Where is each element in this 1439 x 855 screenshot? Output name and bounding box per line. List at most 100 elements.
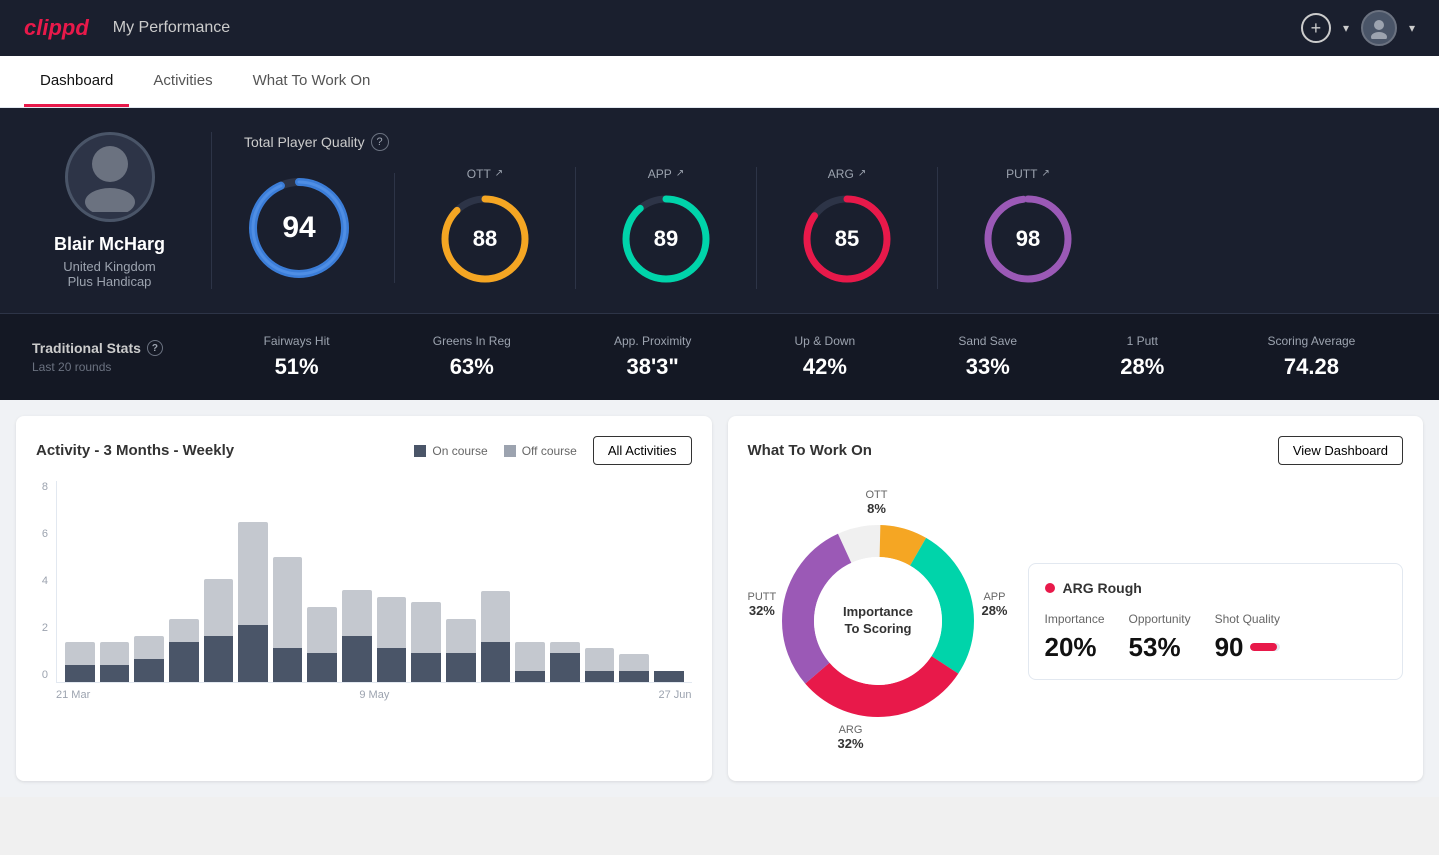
bar-on-course <box>585 671 615 682</box>
ott-segment-label: OTT 8% <box>866 489 888 516</box>
stat-app-proximity-value: 38'3" <box>626 354 678 380</box>
bar-on-course <box>169 642 199 682</box>
stat-fairways-hit-value: 51% <box>275 354 319 380</box>
bar-group <box>273 557 303 682</box>
stat-greens-in-reg: Greens In Reg 63% <box>433 334 511 380</box>
shot-quality-metric: Shot Quality 90 <box>1215 612 1280 663</box>
stat-sand-save: Sand Save 33% <box>958 334 1017 380</box>
hero-section: Blair McHarg United Kingdom Plus Handica… <box>0 108 1439 313</box>
activity-title: Activity - 3 Months - Weekly <box>36 442 234 459</box>
bar-off-course <box>238 522 268 625</box>
stats-help-icon[interactable]: ? <box>147 340 163 356</box>
off-course-dot <box>504 445 516 457</box>
avatar-dropdown-arrow[interactable]: ▾ <box>1409 21 1415 35</box>
bar-on-course <box>65 665 95 682</box>
bar-off-course <box>134 636 164 659</box>
player-country: United Kingdom <box>63 259 156 274</box>
arg-arrow-icon: ↗ <box>858 168 866 179</box>
chart-area: 8 6 4 2 0 21 Mar 9 May 27 Jun <box>36 481 692 701</box>
stat-app-proximity-label: App. Proximity <box>614 334 691 348</box>
header-title: My Performance <box>113 19 230 37</box>
x-label-3: 27 Jun <box>658 689 691 701</box>
header-left: clippd My Performance <box>24 15 230 41</box>
on-course-dot <box>414 445 426 457</box>
bar-on-course <box>238 625 268 682</box>
opportunity-metric: Opportunity 53% <box>1129 612 1191 663</box>
legend-on-course: On course <box>414 444 487 458</box>
view-dashboard-button[interactable]: View Dashboard <box>1278 436 1403 465</box>
wtwo-header: What To Work On View Dashboard <box>748 436 1404 465</box>
stats-label-section: Traditional Stats ? Last 20 rounds <box>32 340 212 374</box>
quality-section: Total Player Quality ? 94 OTT <box>212 133 1407 289</box>
arg-donut: 85 <box>797 189 897 289</box>
bar-group <box>411 602 441 682</box>
bar-group <box>100 642 130 682</box>
bar-group <box>65 642 95 682</box>
ott-donut: 88 <box>435 189 535 289</box>
importance-value: 20% <box>1045 632 1105 663</box>
score-ott-label: OTT ↗ <box>467 167 503 181</box>
importance-label: Importance <box>1045 612 1105 626</box>
ott-pct: 8% <box>866 501 888 516</box>
importance-donut-svg: Importance To Scoring <box>768 511 988 731</box>
app-arrow-icon: ↗ <box>676 168 684 179</box>
wtwo-content: Importance To Scoring OTT 8% APP 28% ARG… <box>748 481 1404 761</box>
y-label-0: 0 <box>42 669 48 681</box>
activity-header: Activity - 3 Months - Weekly On course O… <box>36 436 692 465</box>
bottom-panels: Activity - 3 Months - Weekly On course O… <box>0 400 1439 797</box>
main-score-value: 94 <box>282 211 315 245</box>
wtwo-panel: What To Work On View Dashboard <box>728 416 1424 781</box>
ott-value: 88 <box>473 226 497 252</box>
bar-off-course <box>204 579 234 636</box>
arg-value: 85 <box>835 226 859 252</box>
bar-group <box>619 654 649 682</box>
player-handicap: Plus Handicap <box>68 274 152 289</box>
add-button[interactable]: + <box>1301 13 1331 43</box>
avatar-icon <box>1368 17 1390 39</box>
header-right: + ▾ ▾ <box>1301 10 1415 46</box>
bar-off-course <box>169 619 199 642</box>
bar-group <box>377 597 407 682</box>
y-label-6: 6 <box>42 528 48 540</box>
stat-greens-in-reg-value: 63% <box>450 354 494 380</box>
opportunity-value: 53% <box>1129 632 1191 663</box>
bar-on-course <box>481 642 511 682</box>
y-label-2: 2 <box>42 622 48 634</box>
avatar[interactable] <box>1361 10 1397 46</box>
add-dropdown-arrow[interactable]: ▾ <box>1343 21 1349 35</box>
player-name: Blair McHarg <box>54 234 165 255</box>
score-putt: PUTT ↗ 98 <box>938 167 1118 289</box>
bar-off-course <box>273 557 303 648</box>
arg-label-text: ARG <box>838 724 864 736</box>
importance-donut-area: Importance To Scoring OTT 8% APP 28% ARG… <box>748 481 1008 761</box>
bar-off-course <box>100 642 130 665</box>
putt-label-text: PUTT <box>748 591 777 603</box>
quality-help-icon[interactable]: ? <box>371 133 389 151</box>
arg-card-dot <box>1045 583 1055 593</box>
y-label-4: 4 <box>42 575 48 587</box>
quality-label: Total Player Quality ? <box>244 133 1407 151</box>
tab-activities[interactable]: Activities <box>137 56 228 107</box>
score-putt-label: PUTT ↗ <box>1006 167 1050 181</box>
bar-off-course <box>377 597 407 648</box>
bar-on-course <box>411 653 441 682</box>
activity-panel: Activity - 3 Months - Weekly On course O… <box>16 416 712 781</box>
ott-arrow-icon: ↗ <box>495 168 503 179</box>
shot-quality-bar-fill <box>1250 643 1277 651</box>
tab-dashboard[interactable]: Dashboard <box>24 56 129 107</box>
shot-quality-bar <box>1250 643 1280 651</box>
main-score-item: 94 <box>244 173 395 283</box>
stat-app-proximity: App. Proximity 38'3" <box>614 334 691 380</box>
bar-on-course <box>377 648 407 682</box>
score-app: APP ↗ 89 <box>576 167 757 289</box>
all-activities-button[interactable]: All Activities <box>593 436 692 465</box>
tab-what-to-work-on[interactable]: What To Work On <box>237 56 387 107</box>
header: clippd My Performance + ▾ ▾ <box>0 0 1439 56</box>
stat-sand-save-label: Sand Save <box>958 334 1017 348</box>
putt-donut: 98 <box>978 189 1078 289</box>
bar-on-course <box>515 671 545 682</box>
bar-on-course <box>307 653 337 682</box>
bar-group <box>238 522 268 682</box>
plus-icon: + <box>1311 18 1322 39</box>
bar-off-course <box>550 642 580 653</box>
